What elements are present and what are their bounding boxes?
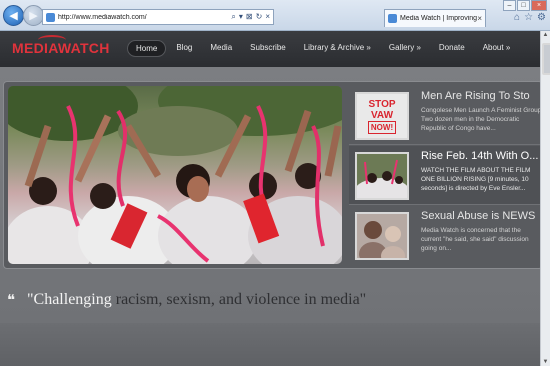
- slide-title: Sexual Abuse is NEWS: [421, 210, 536, 222]
- address-url[interactable]: http://www.mediawatch.com/: [58, 14, 231, 21]
- slide-item-sexual-abuse[interactable]: Sexual Abuse is NEWS Media Watch is conc…: [349, 206, 542, 264]
- scrollbar-thumb[interactable]: [542, 43, 550, 75]
- slide-excerpt: WATCH THE FILM ABOUT THE FILM ONE BILLIO…: [421, 167, 531, 192]
- abuse-thumbnail-illustration: [357, 214, 407, 258]
- favorites-star-icon[interactable]: ☆: [524, 12, 533, 23]
- scroll-up-icon[interactable]: ▲: [541, 32, 550, 38]
- main-nav: Home Blog Media Subscribe Library & Arch…: [127, 40, 520, 57]
- stop-vaw-thumbnail: STOP VAW NOW!: [357, 94, 407, 138]
- slide-title: Rise Feb. 14th With O...: [421, 150, 539, 162]
- search-icon[interactable]: ⌕: [231, 12, 235, 22]
- thumb-line-2: VAW: [370, 109, 394, 121]
- site-favicon-icon: [46, 12, 55, 22]
- slide-title: Men Are Rising To Sto: [421, 90, 530, 102]
- browser-toolbar-icons: ⌂ ☆ ⚙: [514, 12, 546, 23]
- maximize-button[interactable]: □: [517, 0, 530, 11]
- tagline-rest: racism, sexism, and violence in media": [111, 291, 367, 308]
- slide-thumbnail: [355, 152, 409, 200]
- home-icon[interactable]: ⌂: [514, 12, 520, 23]
- back-button[interactable]: ◀: [3, 5, 24, 26]
- site-tagline: "Challenging racism, sexism, and violenc…: [27, 291, 366, 309]
- nav-about[interactable]: About »: [475, 40, 519, 57]
- scroll-down-icon[interactable]: ▼: [541, 359, 550, 365]
- browser-tab[interactable]: Media Watch | Improving t... ×: [384, 9, 486, 27]
- settings-gear-icon[interactable]: ⚙: [537, 12, 546, 23]
- address-bar[interactable]: http://www.mediawatch.com/ ⌕ ▾ ⊠ ↻ ×: [42, 9, 274, 25]
- forward-arrow-icon: ▶: [29, 10, 38, 22]
- slide-excerpt: Media Watch is concerned that the curren…: [421, 227, 529, 252]
- nav-subscribe[interactable]: Subscribe: [242, 40, 294, 57]
- slide-item-men-rising[interactable]: STOP VAW NOW! Men Are Rising To Sto Cong…: [349, 86, 542, 145]
- hero-photo-illustration: [8, 86, 342, 264]
- window-controls: – □ ×: [503, 0, 547, 11]
- tab-title: Media Watch | Improving t...: [400, 15, 478, 22]
- browser-chrome: ◀ ▶ http://www.mediawatch.com/ ⌕ ▾ ⊠ ↻ ×…: [0, 0, 550, 31]
- site-logo[interactable]: MEDIAWATCH: [12, 35, 110, 56]
- tagline-lead: "Challenging: [27, 291, 112, 308]
- minimize-button[interactable]: –: [503, 0, 516, 11]
- thumb-line-3: NOW!: [367, 120, 397, 134]
- stop-icon[interactable]: ×: [265, 12, 270, 22]
- back-arrow-icon: ◀: [9, 10, 18, 22]
- forward-button[interactable]: ▶: [23, 5, 44, 26]
- featured-slider: STOP VAW NOW! Men Are Rising To Sto Cong…: [3, 81, 543, 269]
- dropdown-icon[interactable]: ▾: [239, 12, 243, 22]
- slide-thumbnail: STOP VAW NOW!: [355, 92, 409, 140]
- nav-library-archive[interactable]: Library & Archive »: [296, 40, 379, 57]
- nav-media[interactable]: Media: [202, 40, 240, 57]
- bottom-band: [0, 323, 541, 366]
- address-tools: ⌕ ▾ ⊠ ↻ ×: [231, 12, 273, 22]
- logo-swoosh-icon: [38, 35, 66, 45]
- nav-gallery[interactable]: Gallery »: [381, 40, 429, 57]
- slide-thumbnail: [355, 212, 409, 260]
- quote-icon: ❝: [7, 291, 16, 309]
- tab-close-icon[interactable]: ×: [477, 14, 485, 23]
- close-window-button[interactable]: ×: [531, 0, 547, 11]
- slide-excerpt: Congolese Men Launch A Feminist Group Tw…: [421, 107, 542, 132]
- tab-favicon-icon: [388, 14, 397, 23]
- page-content: MEDIAWATCH Home Blog Media Subscribe Lib…: [0, 31, 543, 366]
- nav-blog[interactable]: Blog: [168, 40, 200, 57]
- site-header: MEDIAWATCH Home Blog Media Subscribe Lib…: [0, 31, 541, 67]
- compatibility-icon[interactable]: ⊠: [246, 12, 253, 22]
- nav-donate[interactable]: Donate: [431, 40, 473, 57]
- rise-thumbnail-illustration: [357, 154, 407, 198]
- refresh-icon[interactable]: ↻: [256, 12, 263, 22]
- vertical-scrollbar[interactable]: ▲ ▼: [540, 31, 550, 366]
- hero-image[interactable]: [8, 86, 342, 264]
- thumb-line-1: STOP: [368, 98, 396, 110]
- slide-item-rise-feb[interactable]: Rise Feb. 14th With O... WATCH THE FILM …: [349, 146, 542, 205]
- nav-home[interactable]: Home: [127, 40, 167, 57]
